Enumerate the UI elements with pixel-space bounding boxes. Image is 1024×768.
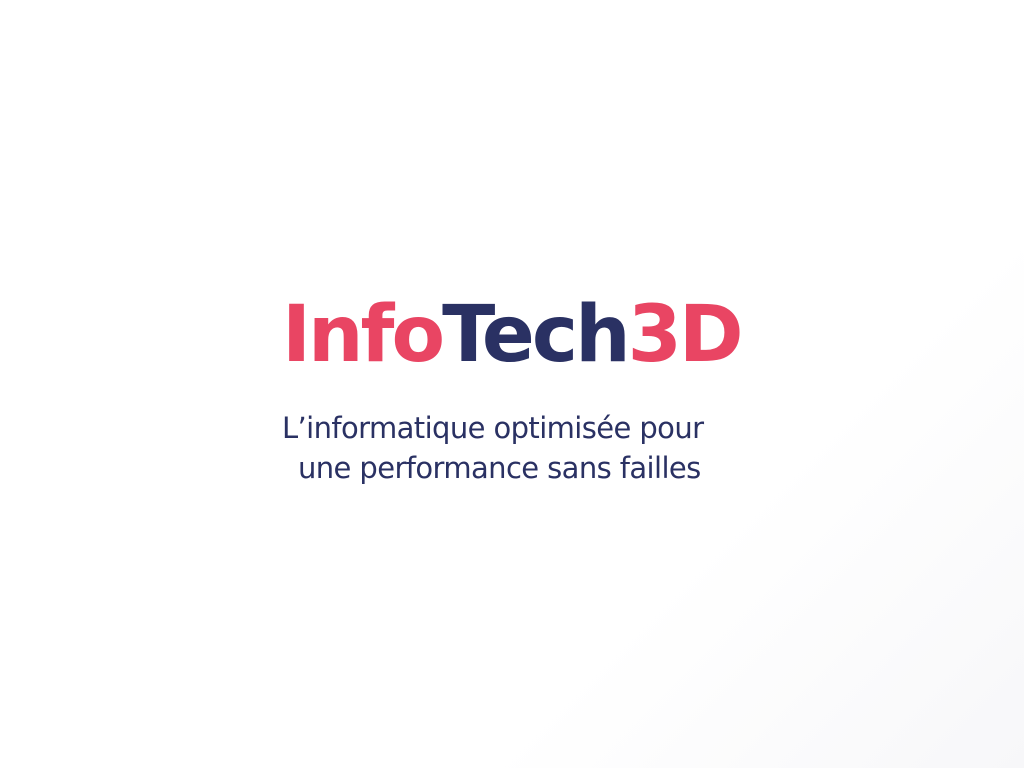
- logo-info-text: Info: [282, 290, 445, 380]
- logo-3d-text: 3D: [627, 290, 744, 380]
- logo-wordmark: InfoTech3D: [282, 290, 744, 380]
- tagline: L’informatique optimisée pour une perfor…: [282, 408, 802, 488]
- tagline-line-2: une performance sans failles: [298, 451, 701, 485]
- tagline-line-1: L’informatique optimisée pour: [282, 411, 704, 445]
- brand-block: InfoTech3D L’informatique optimisée pour…: [282, 290, 802, 490]
- logo-tech-text: Tech: [442, 290, 631, 380]
